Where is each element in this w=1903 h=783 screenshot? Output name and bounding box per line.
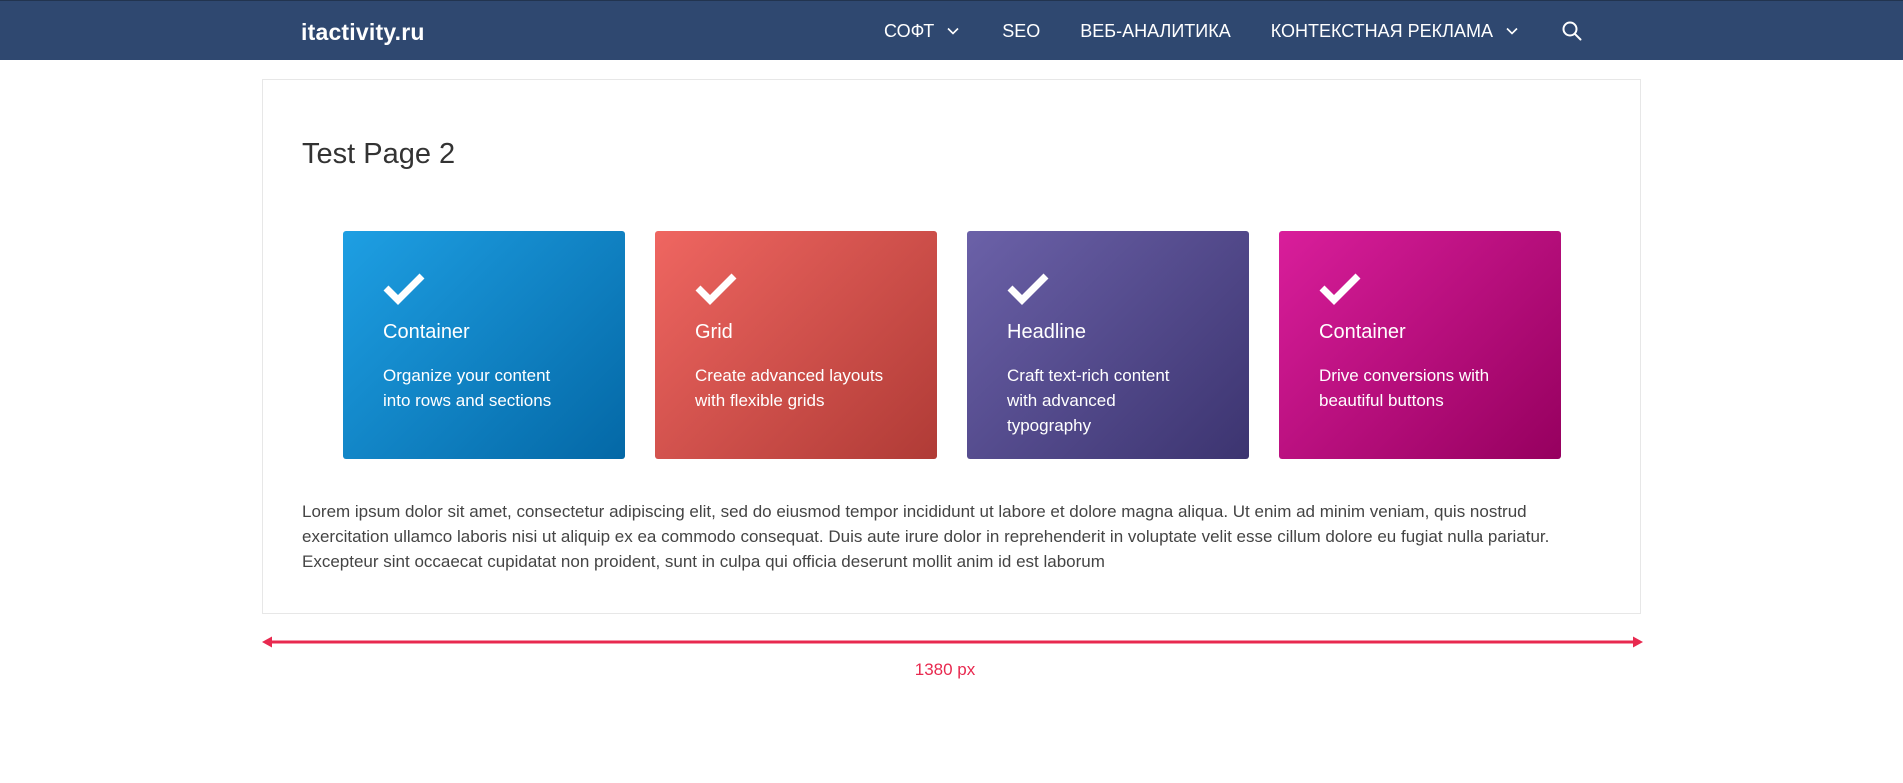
card-title: Container bbox=[383, 321, 470, 343]
card-title: Container bbox=[1319, 321, 1406, 343]
search-icon[interactable] bbox=[1561, 20, 1583, 42]
main-nav: СОФТ SEO ВЕБ-АНАЛИТИКА КОНТЕКСТНАЯ РЕКЛА… bbox=[844, 1, 1583, 61]
check-icon bbox=[1007, 273, 1049, 305]
nav-item-label: СОФТ bbox=[884, 20, 935, 41]
feature-card[interactable]: Container Drive conversions with beautif… bbox=[1279, 231, 1561, 459]
nav-item-soft[interactable]: СОФТ bbox=[884, 21, 962, 42]
check-icon bbox=[1319, 273, 1361, 305]
feature-card[interactable]: Container Organize your content into row… bbox=[343, 231, 625, 459]
site-header: itactivity.ru СОФТ SEO ВЕБ-АНАЛИТИКА КОН… bbox=[0, 0, 1903, 60]
check-icon bbox=[383, 273, 425, 305]
site-logo[interactable]: itactivity.ru bbox=[301, 1, 425, 61]
nav-item-label: ВЕБ-АНАЛИТИКА bbox=[1080, 20, 1231, 41]
nav-item-context-ads[interactable]: КОНТЕКСТНАЯ РЕКЛАМА bbox=[1271, 21, 1521, 42]
card-text: Drive conversions with beautiful buttons bbox=[1319, 366, 1490, 410]
card-title: Headline bbox=[1007, 321, 1086, 343]
chevron-down-icon bbox=[1506, 27, 1518, 35]
chevron-down-icon bbox=[947, 27, 959, 35]
card-text: Craft text-rich content with advanced ty… bbox=[1007, 366, 1170, 435]
card-title: Grid bbox=[695, 321, 733, 343]
measure-label: 1380 px bbox=[914, 660, 976, 679]
width-measure-arrow bbox=[262, 636, 1643, 648]
card-text: Organize your content into rows and sect… bbox=[383, 366, 552, 410]
nav-item-label: КОНТЕКСТНАЯ РЕКЛАМА bbox=[1270, 20, 1493, 41]
nav-item-seo[interactable]: SEO bbox=[1002, 21, 1040, 42]
feature-card[interactable]: Headline Craft text-rich content with ad… bbox=[967, 231, 1249, 459]
nav-item-web-analytics[interactable]: ВЕБ-АНАЛИТИКА bbox=[1080, 21, 1230, 42]
card-text: Create advanced layouts with flexible gr… bbox=[695, 366, 884, 410]
page-title: Test Page 2 bbox=[302, 138, 456, 170]
nav-item-label: SEO bbox=[1002, 20, 1041, 41]
body-paragraph: Lorem ipsum dolor sit amet, consectetur … bbox=[302, 502, 1550, 571]
check-icon bbox=[695, 273, 737, 305]
feature-cards: Container Organize your content into row… bbox=[343, 231, 1561, 459]
feature-card[interactable]: Grid Create advanced layouts with flexib… bbox=[655, 231, 937, 459]
